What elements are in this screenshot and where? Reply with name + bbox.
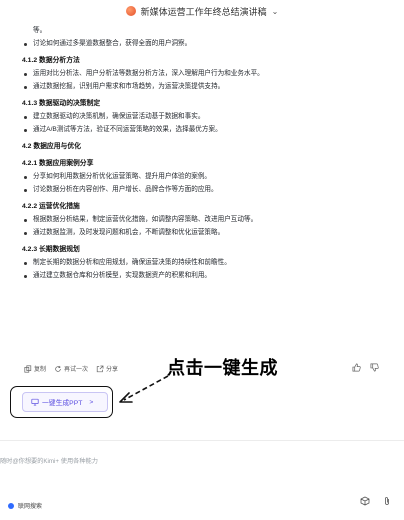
refresh-icon <box>55 365 61 372</box>
section-heading: 4.2.3 长期数据规划 <box>22 246 80 253</box>
regenerate-button[interactable]: 再试一次 <box>54 364 88 373</box>
list-item: 通过A/B测试等方法，验证不同运营策略的效果，选择最优方案。 <box>22 126 222 134</box>
list-item: 建立数据驱动的决策机制，确保运营活动基于数据和事实。 <box>22 113 204 121</box>
ppt-icon <box>31 398 39 406</box>
generate-ppt-button[interactable]: 一键生成PPT > <box>22 392 108 412</box>
list-item: 等。 <box>33 27 47 34</box>
conversation-title-bar[interactable]: 新媒体运营工作年终总结演讲稿 ⌄ <box>0 0 404 22</box>
share-button[interactable]: 分享 <box>96 364 118 373</box>
answer-actions: 复制 再试一次 分享 <box>24 364 118 373</box>
app-logo-icon <box>125 6 136 16</box>
web-search-label: 联网搜索 <box>18 504 43 510</box>
section-heading: 4.1.2 数据分析方法 <box>22 57 80 64</box>
chevron-right-icon: > <box>89 398 94 406</box>
share-label: 分享 <box>106 367 119 373</box>
cube-icon[interactable] <box>360 496 370 506</box>
section-heading: 4.2 数据应用与优化 <box>22 143 81 150</box>
section-heading: 4.2.1 数据应用案例分享 <box>22 160 94 167</box>
regenerate-label: 再试一次 <box>64 367 89 373</box>
web-search-dot-icon <box>8 502 14 509</box>
thumb-up-icon[interactable] <box>352 363 361 372</box>
attachment-icon[interactable] <box>382 496 392 506</box>
chevron-down-icon[interactable]: ⌄ <box>272 7 279 16</box>
conversation-title: 新媒体运营工作年终总结演讲稿 <box>140 6 267 17</box>
thumb-down-icon[interactable] <box>370 363 379 372</box>
list-item: 分享如何利用数据分析优化运营策略、提升用户体验的案例。 <box>22 173 211 181</box>
copy-label: 复制 <box>34 367 47 373</box>
feedback-buttons <box>352 363 379 372</box>
share-icon <box>96 365 104 372</box>
section-heading: 4.2.2 运营优化措施 <box>22 203 80 210</box>
input-tools <box>360 496 392 506</box>
section-heading: 4.1.3 数据驱动的决策制定 <box>22 100 101 107</box>
list-item: 制定长期的数据分析和应用规划，确保运营决策的持续性和前瞻性。 <box>22 259 231 267</box>
list-item: 通过数据监测，及时发现问题和机会，不断调整和优化运营策略。 <box>22 229 224 237</box>
list-item: 通过数据挖掘，识别用户需求和市场趋势，为运营决策提供支持。 <box>22 83 224 91</box>
chat-input-placeholder[interactable]: 随时@你想要的Kimi+ 使用各种能力 <box>0 456 98 465</box>
list-item: 通过建立数据仓库和分析模型，实现数据资产的积累和利用。 <box>22 272 211 280</box>
list-item: 根据数据分析结果，制定运营优化措施，如调整内容策略、改进用户互动等。 <box>22 216 257 224</box>
copy-icon <box>24 364 32 373</box>
list-item: 讨论如何通过多渠道数据整合，获得全面的用户洞察。 <box>22 40 191 48</box>
list-item: 运用对比分析法、用户分析法等数据分析方法，深入理解用户行为和业务水平。 <box>22 70 264 78</box>
list-item: 讨论数据分析在内容创作、用户增长、品牌合作等方面的应用。 <box>22 186 218 194</box>
copy-button[interactable]: 复制 <box>24 364 46 373</box>
web-search-toggle[interactable]: 联网搜索 <box>8 501 42 510</box>
chat-input-box[interactable] <box>0 440 404 520</box>
annotation-text: 点击一键生成 <box>167 358 278 379</box>
generate-ppt-label: 一键生成PPT <box>42 400 83 407</box>
